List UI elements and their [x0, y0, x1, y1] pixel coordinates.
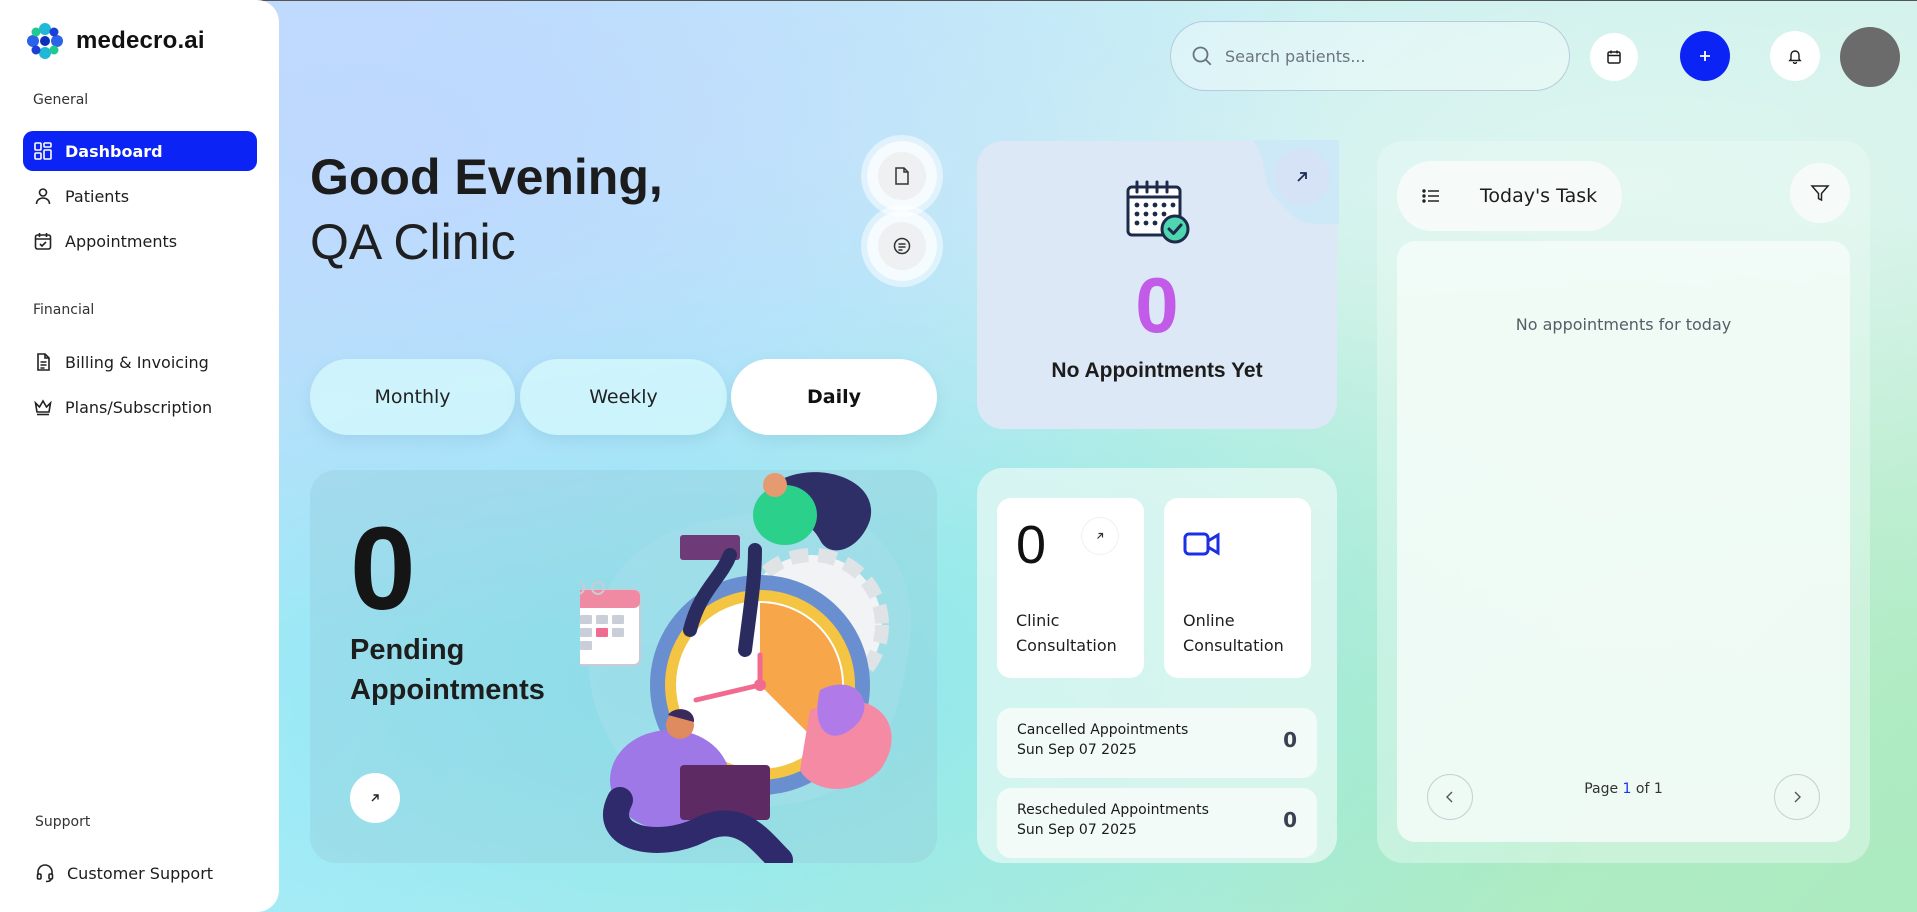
stat-title: Rescheduled Appointments [1017, 802, 1209, 818]
app-name: medecro.ai [76, 27, 205, 54]
sidebar-item-label: Dashboard [65, 141, 163, 161]
sidebar-item-appointments[interactable]: Appointments [23, 221, 257, 261]
sidebar-item-label: Billing & Invoicing [65, 352, 209, 372]
avatar[interactable] [1840, 27, 1900, 87]
notes-button[interactable] [867, 211, 937, 281]
pager-current: 1 [1622, 781, 1632, 797]
search-input[interactable] [1225, 46, 1555, 66]
file-button[interactable] [867, 141, 937, 211]
sidebar-item-label: Appointments [65, 231, 178, 251]
appointments-count: 0 [1135, 261, 1179, 349]
clinic-consultation-label: Clinic Consultation [1016, 611, 1117, 655]
pending-open-button[interactable] [350, 773, 400, 823]
todays-task-panel: Today's Task No appointments for today P… [1377, 141, 1870, 863]
clinic-consultation-card[interactable]: 0 Clinic Consultation [997, 498, 1144, 678]
search-bar[interactable] [1170, 21, 1570, 91]
filter-icon [1810, 185, 1830, 202]
sidebar-item-patients[interactable]: Patients [23, 176, 257, 216]
sidebar-item-label: Patients [65, 186, 130, 206]
chevron-right-icon [1794, 791, 1801, 803]
section-label-support: Support [35, 814, 91, 830]
section-label-financial: Financial [33, 302, 95, 318]
arrow-up-right-icon [371, 794, 379, 802]
tab-daily[interactable]: Daily [731, 359, 937, 435]
stat-date: Sun Sep 07 2025 [1017, 742, 1137, 758]
logo-icon [27, 23, 63, 59]
window-top-border [0, 0, 1917, 1]
notifications-button[interactable] [1770, 31, 1820, 81]
plus-icon [1700, 51, 1710, 61]
cancelled-appointments-row[interactable]: Cancelled Appointments Sun Sep 07 2025 0 [997, 708, 1317, 778]
add-button[interactable] [1680, 31, 1730, 81]
next-page-button[interactable] [1774, 774, 1820, 820]
sidebar-item-label: Plans/Subscription [65, 397, 213, 417]
calendar-icon [1607, 50, 1621, 64]
doctor-clock-illustration [580, 472, 912, 863]
file-button-inner [878, 152, 926, 200]
filter-button[interactable] [1790, 163, 1850, 223]
task-list: No appointments for today Page 1 of 1 [1397, 241, 1850, 842]
clinic-consultation-open-button[interactable] [1082, 518, 1118, 554]
message-icon [893, 237, 911, 255]
stat-value: 0 [1283, 808, 1297, 832]
headset-icon [36, 864, 54, 883]
search-icon [1192, 46, 1212, 66]
rescheduled-appointments-row[interactable]: Rescheduled Appointments Sun Sep 07 2025… [997, 788, 1317, 858]
arrow-up-right-icon [1297, 172, 1307, 182]
tab-weekly[interactable]: Weekly [520, 359, 727, 435]
section-label-general: General [33, 92, 89, 108]
task-header[interactable]: Today's Task [1397, 161, 1622, 231]
calendar-check-icon [1126, 180, 1190, 244]
arrow-up-right-icon [1097, 532, 1104, 539]
pager-prefix: Page [1584, 781, 1619, 797]
stat-date: Sun Sep 07 2025 [1017, 822, 1137, 838]
pending-label: Pending Appointments [350, 634, 545, 706]
sidebar-item-customer-support[interactable]: Customer Support [25, 853, 259, 893]
sidebar-item-label: Customer Support [67, 863, 214, 883]
pending-appointments-card: 0 Pending Appointments [310, 470, 937, 863]
pager-sep: of [1635, 781, 1650, 797]
consultation-panel: 0 Clinic Consultation Online Consultatio… [977, 468, 1337, 863]
crown-icon [34, 399, 52, 416]
list-icon [1422, 189, 1439, 203]
stat-value: 0 [1283, 728, 1297, 752]
calendar-check-icon [34, 233, 52, 250]
app-logo[interactable]: medecro.ai [24, 20, 205, 62]
stat-title: Cancelled Appointments [1017, 722, 1189, 738]
video-camera-icon [1183, 532, 1220, 556]
appointments-empty-label: No Appointments Yet [1051, 359, 1263, 382]
notes-button-inner [878, 222, 926, 270]
document-icon [37, 353, 50, 371]
sidebar-item-plans[interactable]: Plans/Subscription [23, 387, 257, 427]
task-title: Today's Task [1480, 185, 1598, 207]
online-consultation-label: Online Consultation [1183, 611, 1284, 655]
appointments-open-button[interactable] [1274, 149, 1330, 205]
online-consultation-card[interactable]: Online Consultation [1164, 498, 1311, 678]
pending-count: 0 [350, 503, 416, 635]
bell-icon [1788, 50, 1802, 64]
sidebar-item-billing[interactable]: Billing & Invoicing [23, 342, 257, 382]
task-empty-message: No appointments for today [1515, 315, 1732, 334]
sidebar-item-dashboard[interactable]: Dashboard [23, 131, 257, 171]
calendar-button[interactable] [1590, 33, 1638, 81]
clinic-consultation-count: 0 [1016, 515, 1047, 575]
pager-total: 1 [1653, 781, 1663, 797]
greeting-title: Good Evening, [310, 149, 663, 205]
clinic-name: QA Clinic [310, 214, 516, 270]
dashboard-icon [34, 142, 52, 160]
file-icon [895, 167, 909, 185]
sidebar: medecro.ai General Dashboard Patients Ap… [0, 0, 279, 912]
tab-monthly[interactable]: Monthly [310, 359, 515, 435]
user-icon [35, 188, 51, 205]
